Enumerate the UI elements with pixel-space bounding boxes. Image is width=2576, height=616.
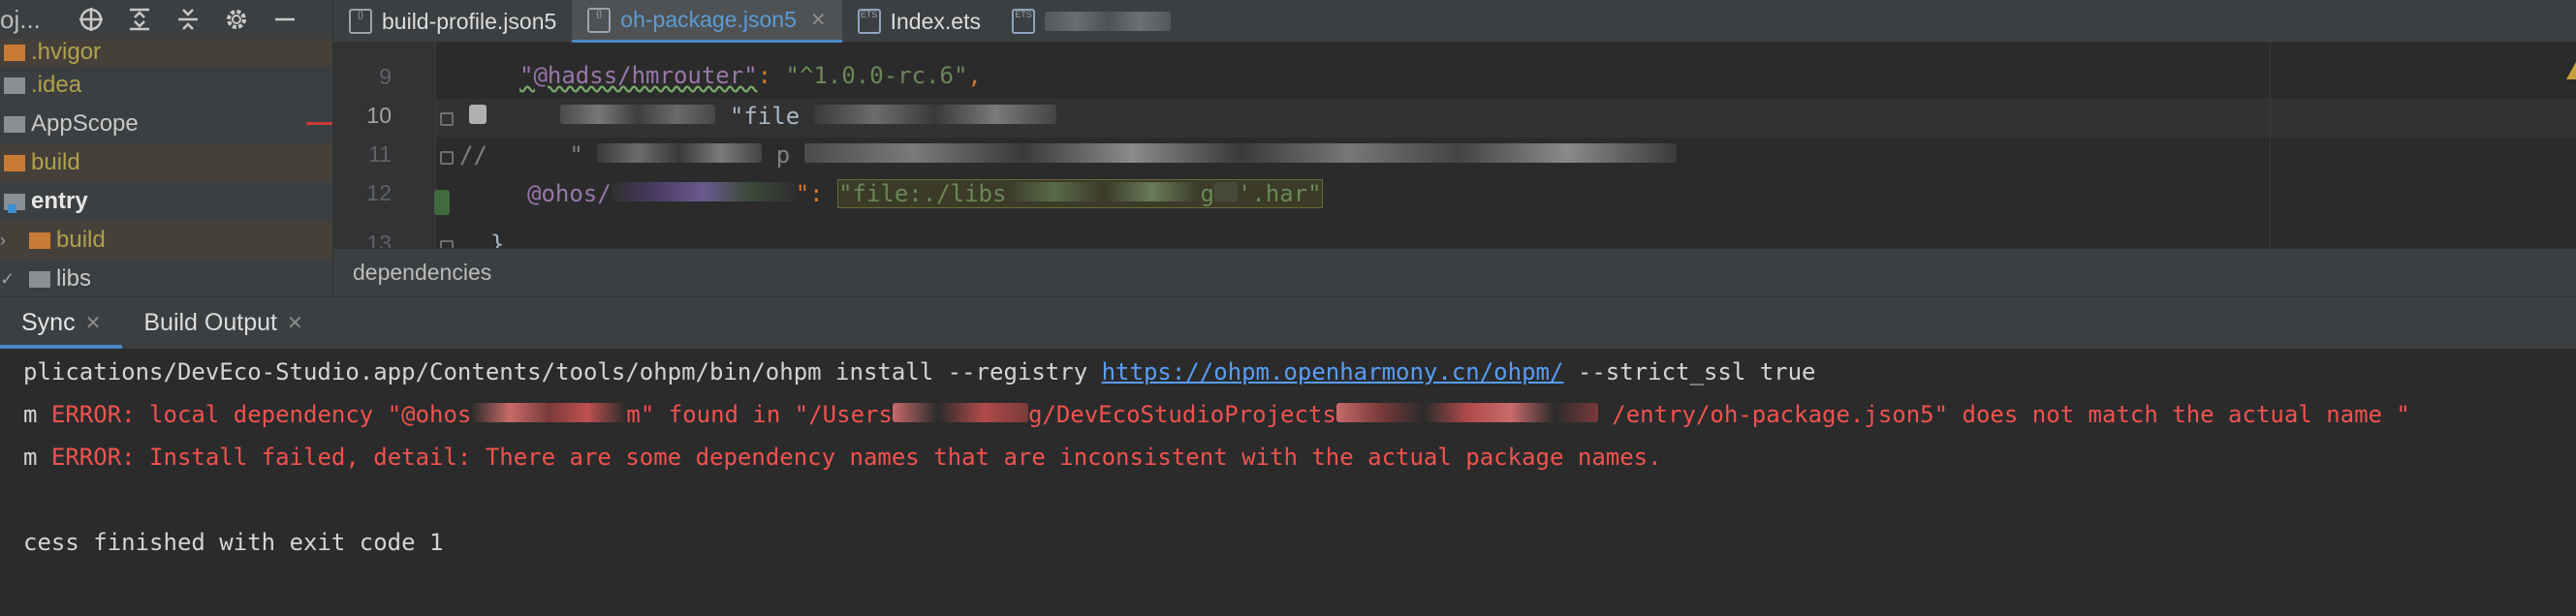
redacted-text: [469, 105, 487, 124]
tree-item-entry-build[interactable]: › build: [0, 221, 332, 260]
gear-icon[interactable]: [221, 4, 252, 35]
change-marker: [434, 190, 450, 215]
redacted-text: [471, 403, 627, 422]
close-icon[interactable]: ✕: [287, 311, 303, 335]
project-panel: oj... .hvigor .idea AppScope build entry…: [0, 0, 333, 296]
module-badge: [8, 204, 16, 213]
redacted-text: [1044, 12, 1171, 31]
tree-item-libs[interactable]: ✓ libs: [0, 260, 332, 296]
close-icon[interactable]: ✕: [810, 8, 827, 32]
breadcrumb-item[interactable]: dependencies: [353, 260, 491, 286]
line-number: 9: [379, 64, 392, 89]
folder-icon: [4, 115, 25, 133]
chevron-right-icon[interactable]: ›: [0, 231, 14, 251]
code-line-11: // " p: [459, 141, 1677, 169]
tree-item-build[interactable]: build: [0, 143, 332, 182]
error-marker: [306, 122, 332, 125]
right-margin-guide: [2270, 43, 2271, 248]
code-editor[interactable]: 9 10 11 12 13 "@hadss/hmrouter": "^1.0.0…: [333, 43, 2576, 248]
fold-icon[interactable]: [440, 151, 454, 165]
tree-item-idea[interactable]: .idea: [0, 66, 332, 105]
redacted-text: [892, 403, 1028, 422]
line-number: 10: [366, 103, 392, 128]
breadcrumb[interactable]: dependencies: [333, 248, 2576, 296]
redacted-text: [1213, 182, 1238, 201]
close-icon[interactable]: ✕: [85, 311, 102, 335]
minimize-icon[interactable]: [269, 4, 300, 35]
console-line: plications/DevEco-Studio.app/Contents/to…: [23, 358, 1816, 385]
collapse-all-icon[interactable]: [173, 4, 204, 35]
line-number: 13: [366, 231, 392, 248]
console-line: cess finished with exit code 1: [23, 529, 444, 556]
folder-icon: [4, 154, 25, 171]
folder-icon: [4, 77, 25, 94]
tree-item-appscope[interactable]: AppScope: [0, 105, 332, 143]
line-gutter: 9 10 11 12 13: [333, 43, 436, 248]
folder-icon: [29, 270, 50, 288]
ets-file-icon: ETS: [1011, 9, 1035, 34]
line-number: 12: [366, 180, 392, 205]
project-tree: .hvigor .idea AppScope build entry › bui…: [0, 39, 332, 296]
expand-all-icon[interactable]: [124, 4, 155, 35]
fold-icon[interactable]: [440, 240, 454, 248]
line-number: 11: [368, 141, 392, 167]
console-line: m ERROR: Install failed, detail: There a…: [23, 444, 1662, 471]
tree-item-entry[interactable]: entry: [0, 182, 332, 221]
chevron-down-icon[interactable]: ✓: [0, 269, 15, 290]
code-line-9: "@hadss/hmrouter": "^1.0.0-rc.6",: [519, 62, 982, 89]
editor-tabs: {} build-profile.json5 {} oh-package.jso…: [333, 0, 2576, 43]
redacted-text: [560, 105, 716, 124]
code-line-13: }: [490, 231, 505, 248]
registry-link[interactable]: https://ohpm.openharmony.cn/ohpm/: [1102, 358, 1564, 385]
tab-oh-package[interactable]: {} oh-package.json5 ✕: [572, 0, 842, 43]
console-line: m ERROR: local dependency "@ohos m" found…: [23, 401, 2410, 428]
tab-sync[interactable]: Sync ✕: [0, 296, 123, 349]
target-icon[interactable]: [76, 4, 107, 35]
console-output[interactable]: plications/DevEco-Studio.app/Contents/to…: [0, 349, 2576, 616]
tab-build-profile[interactable]: {} build-profile.json5: [333, 0, 572, 43]
warning-icon[interactable]: [2566, 62, 2576, 79]
code-line-10: "file: [469, 103, 1056, 130]
highlighted-value: "file:./libs g '.har": [837, 179, 1323, 208]
redacted-text: [813, 105, 1056, 124]
json-file-icon: {}: [587, 7, 612, 33]
ets-file-icon: ETS: [857, 9, 881, 34]
code-line-12: @ohos/": "file:./libs g '.har": [527, 179, 1323, 208]
project-title[interactable]: oj...: [0, 5, 58, 35]
tab-redacted[interactable]: ETS: [996, 0, 1186, 43]
redacted-text: [1006, 182, 1201, 201]
redacted-text: [803, 143, 1677, 163]
fold-icon[interactable]: [440, 112, 454, 126]
project-toolbar: oj...: [0, 0, 332, 39]
redacted-text: [1335, 403, 1598, 422]
folder-icon: [4, 44, 25, 61]
redacted-text: [597, 143, 763, 163]
folder-icon: [29, 231, 50, 249]
json-file-icon: {}: [349, 9, 372, 34]
redacted-text: [611, 182, 796, 201]
bottom-tool-tabs: Sync ✕ Build Output ✕: [0, 296, 2576, 349]
tree-item-hvigor[interactable]: .hvigor: [0, 39, 332, 66]
tab-build-output[interactable]: Build Output ✕: [122, 296, 324, 349]
tab-index-ets[interactable]: ETS Index.ets: [842, 0, 996, 43]
